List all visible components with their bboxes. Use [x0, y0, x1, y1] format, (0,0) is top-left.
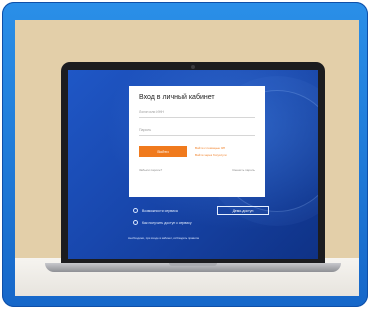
- extra-row-access[interactable]: Как получить доступ к сервису: [133, 218, 283, 227]
- circle-icon: [133, 220, 138, 225]
- login-field-label: Логин или ИНН: [139, 110, 164, 114]
- circle-icon: [133, 208, 138, 213]
- photo-area: Вход в личный кабинет Логин или ИНН Паро…: [15, 20, 359, 296]
- rounded-frame: Вход в личный кабинет Логин или ИНН Паро…: [2, 2, 368, 307]
- footer-note: Необходимо, при входе в кабинет, соблюда…: [128, 236, 199, 240]
- features-link[interactable]: Возможности сервиса: [142, 209, 178, 213]
- laptop-base: [45, 263, 341, 272]
- laptop-notch: [169, 263, 217, 266]
- password-input[interactable]: [139, 135, 255, 136]
- change-password-link[interactable]: Сменить пароль: [232, 168, 255, 172]
- laptop-lid: Вход в личный кабинет Логин или ИНН Паро…: [61, 62, 325, 265]
- password-field-label: Пароль: [139, 128, 152, 132]
- alt-login-links: Войти с помощью ЭП Войти через Госуслуги: [195, 146, 227, 160]
- laptop-screen: Вход в личный кабинет Логин или ИНН Паро…: [68, 70, 318, 259]
- demo-access-button[interactable]: Демо-доступ: [217, 206, 269, 215]
- forgot-password-link[interactable]: Забыли пароль?: [139, 168, 162, 172]
- login-button[interactable]: Войти: [139, 146, 187, 157]
- bottom-links: Забыли пароль? Сменить пароль: [139, 168, 255, 172]
- access-link[interactable]: Как получить доступ к сервису: [142, 221, 192, 225]
- login-actions-row: Войти Войти с помощью ЭП Войти через Гос…: [139, 146, 255, 160]
- camera-dot: [191, 65, 195, 69]
- gosuslugi-login-link[interactable]: Войти через Госуслуги: [195, 153, 227, 157]
- login-title: Вход в личный кабинет: [139, 94, 215, 101]
- extra-links: Возможности сервиса Как получить доступ …: [133, 206, 283, 230]
- login-card: Вход в личный кабинет Логин или ИНН Паро…: [129, 86, 265, 197]
- login-input[interactable]: [139, 117, 255, 118]
- signature-login-link[interactable]: Войти с помощью ЭП: [195, 146, 227, 150]
